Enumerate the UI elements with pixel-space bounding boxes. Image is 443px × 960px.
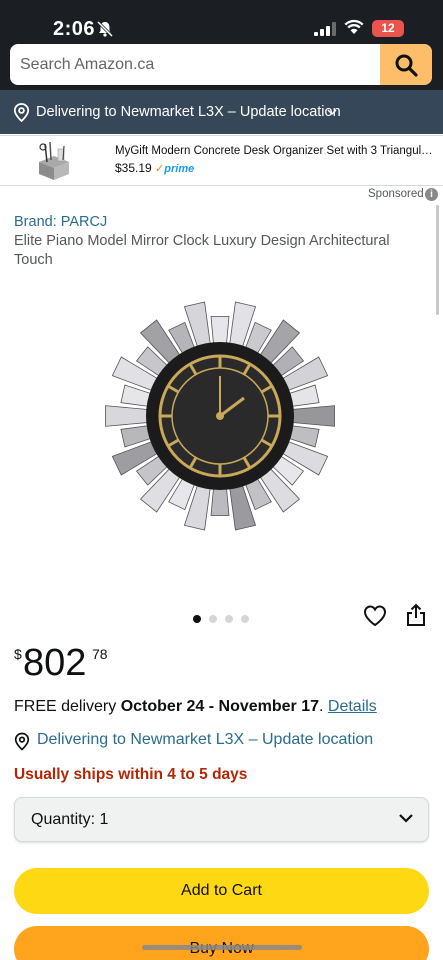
home-indicator[interactable] <box>142 945 302 950</box>
scrollbar[interactable] <box>436 205 439 315</box>
signal-icon <box>314 22 336 36</box>
sponsored-ad-banner[interactable]: MyGift Modern Concrete Desk Organizer Se… <box>0 135 443 186</box>
prime-label: prime <box>164 163 195 175</box>
chevron-down-icon <box>327 109 337 116</box>
carousel-dot[interactable] <box>209 615 217 623</box>
ad-price-row: $35.19 ✓prime <box>115 161 194 175</box>
add-to-cart-button[interactable]: Add to Cart <box>14 868 429 914</box>
search-icon <box>395 54 418 77</box>
heart-icon[interactable] <box>363 605 387 627</box>
ad-title[interactable]: MyGift Modern Concrete Desk Organizer Se… <box>115 145 435 157</box>
location-pin-icon <box>14 732 30 751</box>
availability-text: Usually ships within 4 to 5 days <box>14 766 248 783</box>
top-header: 2:06 12 Search Amazon.ca <box>0 0 443 90</box>
info-icon[interactable]: i <box>425 188 438 201</box>
delivery-location-text[interactable]: Delivering to Newmarket L3X – Update loc… <box>36 104 341 120</box>
sponsored-label: Sponsored <box>368 188 424 200</box>
wifi-icon <box>344 19 364 34</box>
details-link[interactable]: Details <box>328 698 377 715</box>
image-carousel-dots[interactable] <box>193 610 257 628</box>
search-input[interactable]: Search Amazon.ca <box>20 56 154 74</box>
carousel-dot[interactable] <box>225 615 233 623</box>
search-bar[interactable]: Search Amazon.ca <box>10 44 432 85</box>
delivery-location-bar[interactable]: Delivering to Newmarket L3X – Update loc… <box>0 90 443 134</box>
delivery-suffix: . <box>319 698 328 715</box>
status-time: 2:06 <box>53 18 96 40</box>
prime-badge: ✓prime <box>155 163 195 175</box>
search-button[interactable] <box>380 44 432 85</box>
buy-now-button[interactable]: Buy Now <box>14 926 429 960</box>
product-image[interactable] <box>100 296 340 536</box>
price-whole: 802 <box>23 642 87 684</box>
price-currency: $ <box>14 646 22 662</box>
quantity-label: Quantity: 1 <box>31 811 108 829</box>
delivery-dates: October 24 - November 17 <box>120 698 319 715</box>
brand-link[interactable]: Brand: PARCJ <box>14 214 107 230</box>
delivery-estimate: FREE delivery October 24 - November 17. … <box>14 698 377 716</box>
location-link-text[interactable]: Delivering to Newmarket L3X – Update loc… <box>37 731 373 749</box>
share-icon[interactable] <box>406 603 426 627</box>
location-pin-icon <box>13 103 30 122</box>
quantity-value: 1 <box>99 811 109 828</box>
carousel-dot[interactable] <box>241 615 249 623</box>
delivery-prefix: FREE delivery <box>14 698 121 715</box>
ad-product-image <box>39 141 69 180</box>
bell-slash-icon <box>96 20 114 38</box>
quantity-select[interactable]: Quantity: 1 <box>14 797 429 842</box>
battery-icon: 12 <box>372 20 404 37</box>
price-fraction: 78 <box>92 646 108 662</box>
chevron-down-icon <box>399 814 413 823</box>
product-title: Elite Piano Model Mirror Clock Luxury De… <box>14 233 390 268</box>
quantity-label-text: Quantity: <box>31 811 96 828</box>
ad-price: $35.19 <box>115 161 152 175</box>
carousel-dot[interactable] <box>193 615 201 623</box>
